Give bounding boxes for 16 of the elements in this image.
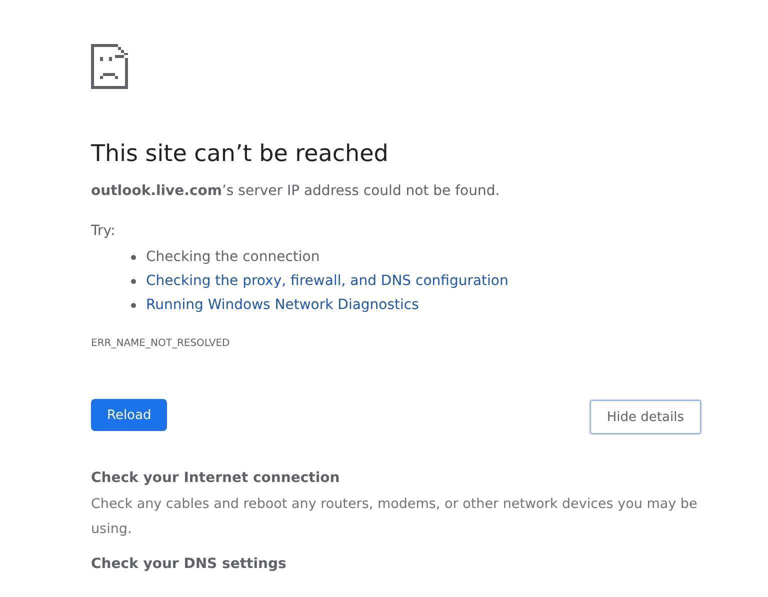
suggestion-text: Checking the connection (146, 249, 320, 265)
error-heading: This site can’t be reached (91, 140, 390, 169)
try-label: Try: (91, 222, 116, 241)
suggestion-link[interactable]: Checking the proxy, firewall, and DNS configuration (146, 273, 508, 289)
hide-details-button[interactable]: Hide details (590, 400, 701, 434)
error-code: ERR_NAME_NOT_RESOLVED (91, 337, 231, 351)
reload-button[interactable]: Reload (91, 399, 168, 431)
bullet-icon (131, 278, 136, 284)
details-heading: Check your Internet connection (91, 469, 341, 488)
sad-page-icon (91, 44, 128, 89)
details-heading: Check your DNS settings (91, 555, 288, 574)
suggestion-link[interactable]: Running Windows Network Diagnostics (146, 297, 419, 313)
bullet-icon (131, 254, 136, 260)
details-text: Check any cables and reboot any routers, modems, or other network devices you may be using. (91, 495, 698, 539)
bullet-icon (131, 302, 136, 308)
error-summary: outlook.live.com’s server IP address could not be found. (91, 182, 501, 201)
